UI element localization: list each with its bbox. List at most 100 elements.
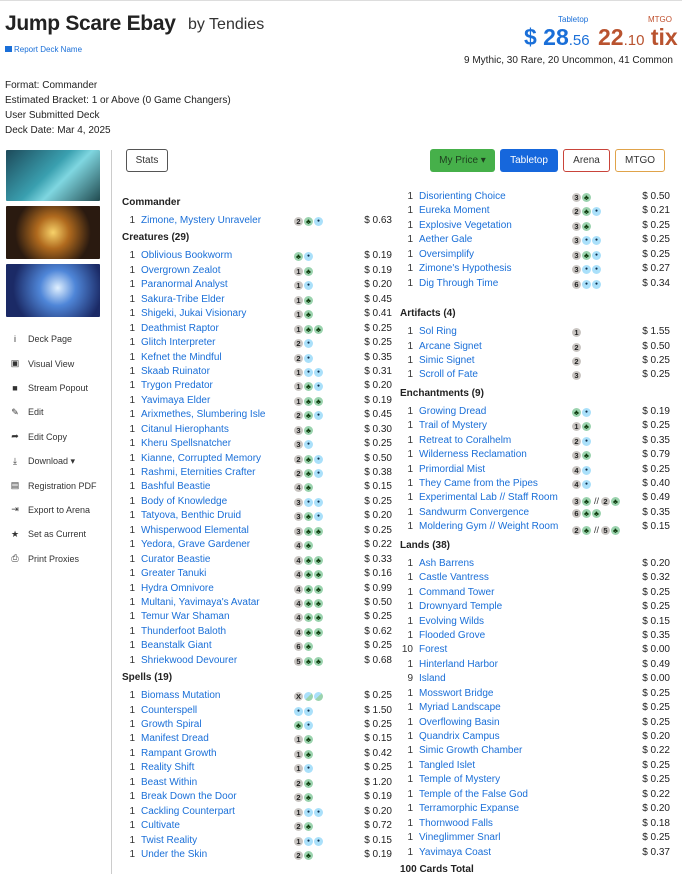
commander-art-thumbnail[interactable] — [6, 150, 100, 201]
card-name-link[interactable]: Oversimplify — [419, 248, 474, 262]
card-name-link[interactable]: Shigeki, Jukai Visionary — [141, 307, 246, 321]
card-name-link[interactable]: Evolving Wilds — [419, 615, 484, 629]
card-name-link[interactable]: Beast Within — [141, 776, 197, 790]
card-name-link[interactable]: Explosive Vegetation — [419, 219, 512, 233]
card-name-link[interactable]: Wilderness Reclamation — [419, 448, 527, 462]
sidebar-item-deck-page[interactable]: i Deck Page — [10, 327, 110, 351]
card-name-link[interactable]: Simic Growth Chamber — [419, 744, 522, 758]
card-name-link[interactable]: Quandrix Campus — [419, 730, 500, 744]
card-name-link[interactable]: Cackling Counterpart — [141, 805, 235, 819]
card-name-link[interactable]: Yavimaya Coast — [419, 846, 491, 860]
sidebar-item-edit[interactable]: ✎ Edit — [10, 400, 110, 424]
mtgo-price-button[interactable]: MTGO — [615, 149, 665, 172]
card-name-link[interactable]: They Came from the Pipes — [419, 477, 538, 491]
card-name-link[interactable]: Under the Skin — [141, 848, 207, 862]
card-name-link[interactable]: Rashmi, Eternities Crafter — [141, 466, 255, 480]
card-name-link[interactable]: Growth Spiral — [141, 718, 202, 732]
card-name-link[interactable]: Terramorphic Expanse — [419, 802, 519, 816]
card-name-link[interactable]: Forest — [419, 643, 447, 657]
arena-price-button[interactable]: Arena — [563, 149, 610, 172]
card-name-link[interactable]: Oblivious Bookworm — [141, 249, 232, 263]
card-name-link[interactable]: Experimental Lab // Staff Room — [419, 491, 558, 505]
card-name-link[interactable]: Thornwood Falls — [419, 817, 493, 831]
sidebar-item-set-as-current[interactable]: ★ Set as Current — [10, 522, 110, 546]
card-name-link[interactable]: Mosswort Bridge — [419, 687, 493, 701]
card-name-link[interactable]: Primordial Mist — [419, 463, 485, 477]
stats-button[interactable]: Stats — [126, 149, 168, 172]
card-name-link[interactable]: Scroll of Fate — [419, 368, 478, 382]
card-name-link[interactable]: Thunderfoot Baloth — [141, 625, 226, 639]
card-name-link[interactable]: Biomass Mutation — [141, 689, 220, 703]
card-name-link[interactable]: Temple of the False God — [419, 788, 528, 802]
card-name-link[interactable]: Kheru Spellsnatcher — [141, 437, 231, 451]
card-name-link[interactable]: Disorienting Choice — [419, 190, 506, 204]
card-name-link[interactable]: Tangled Islet — [419, 759, 475, 773]
card-name-link[interactable]: Overflowing Basin — [419, 716, 500, 730]
card-art-thumbnail[interactable] — [6, 206, 100, 259]
card-name-link[interactable]: Glitch Interpreter — [141, 336, 215, 350]
card-name-link[interactable]: Greater Tanuki — [141, 567, 206, 581]
card-name-link[interactable]: Tatyova, Benthic Druid — [141, 509, 241, 523]
card-name-link[interactable]: Zimone, Mystery Unraveler — [141, 214, 261, 228]
card-art-thumbnail[interactable] — [6, 264, 100, 317]
card-name-link[interactable]: Manifest Dread — [141, 732, 209, 746]
sidebar-item-visual-view[interactable]: ▣ Visual View — [10, 351, 110, 375]
card-name-link[interactable]: Growing Dread — [419, 405, 486, 419]
sidebar-item-export-to-arena[interactable]: ⇥ Export to Arena — [10, 498, 110, 522]
card-name-link[interactable]: Yedora, Grave Gardener — [141, 538, 250, 552]
card-name-link[interactable]: Castle Vantress — [419, 571, 489, 585]
card-name-link[interactable]: Trail of Mystery — [419, 419, 487, 433]
card-name-link[interactable]: Kianne, Corrupted Memory — [141, 452, 261, 466]
card-name-link[interactable]: Twist Reality — [141, 834, 197, 848]
card-name-link[interactable]: Reality Shift — [141, 761, 194, 775]
card-name-link[interactable]: Trygon Predator — [141, 379, 213, 393]
card-name-link[interactable]: Arixmethes, Slumbering Isle — [141, 408, 266, 422]
card-name-link[interactable]: Eureka Moment — [419, 204, 490, 218]
card-name-link[interactable]: Ash Barrens — [419, 557, 474, 571]
card-name-link[interactable]: Vineglimmer Snarl — [419, 831, 501, 845]
tabletop-price-button[interactable]: Tabletop — [500, 149, 558, 172]
card-name-link[interactable]: Retreat to Coralhelm — [419, 434, 511, 448]
card-name-link[interactable]: Arcane Signet — [419, 340, 482, 354]
card-name-link[interactable]: Bashful Beastie — [141, 480, 211, 494]
card-name-link[interactable]: Skaab Ruinator — [141, 365, 210, 379]
card-name-link[interactable]: Paranormal Analyst — [141, 278, 228, 292]
sidebar-item-print-proxies[interactable]: ⎙ Print Proxies — [10, 547, 110, 571]
sidebar-item-edit-copy[interactable]: ➦ Edit Copy — [10, 425, 110, 449]
card-name-link[interactable]: Deathmist Raptor — [141, 322, 219, 336]
card-name-link[interactable]: Kefnet the Mindful — [141, 351, 222, 365]
card-name-link[interactable]: Body of Knowledge — [141, 495, 227, 509]
sidebar-item-download[interactable]: ⤓ Download ▾ — [10, 449, 110, 473]
card-name-link[interactable]: Drownyard Temple — [419, 600, 502, 614]
card-name-link[interactable]: Counterspell — [141, 704, 197, 718]
card-name-link[interactable]: Flooded Grove — [419, 629, 485, 643]
card-name-link[interactable]: Hinterland Harbor — [419, 658, 498, 672]
card-name-link[interactable]: Cultivate — [141, 819, 180, 833]
card-name-link[interactable]: Citanul Hierophants — [141, 423, 229, 437]
card-name-link[interactable]: Zimone's Hypothesis — [419, 262, 512, 276]
card-name-link[interactable]: Moldering Gym // Weight Room — [419, 520, 558, 534]
sidebar-item-stream-popout[interactable]: ■ Stream Popout — [10, 376, 110, 400]
card-name-link[interactable]: Overgrown Zealot — [141, 264, 220, 278]
card-name-link[interactable]: Yavimaya Elder — [141, 394, 210, 408]
card-name-link[interactable]: Sol Ring — [419, 325, 457, 339]
card-name-link[interactable]: Temple of Mystery — [419, 773, 500, 787]
card-name-link[interactable]: Sandwurm Convergence — [419, 506, 529, 520]
my-price-dropdown[interactable]: My Price ▾ — [430, 149, 495, 172]
card-name-link[interactable]: Command Tower — [419, 586, 494, 600]
sidebar-item-registration-pdf[interactable]: ▤ Registration PDF — [10, 473, 110, 497]
card-name-link[interactable]: Whisperwood Elemental — [141, 524, 249, 538]
report-deck-name-link[interactable]: Report Deck Name — [5, 45, 82, 54]
card-name-link[interactable]: Multani, Yavimaya's Avatar — [141, 596, 260, 610]
card-name-link[interactable]: Hydra Omnivore — [141, 582, 214, 596]
card-name-link[interactable]: Sakura-Tribe Elder — [141, 293, 225, 307]
card-name-link[interactable]: Myriad Landscape — [419, 701, 501, 715]
card-name-link[interactable]: Break Down the Door — [141, 790, 237, 804]
card-name-link[interactable]: Temur War Shaman — [141, 610, 230, 624]
card-name-link[interactable]: Rampant Growth — [141, 747, 217, 761]
card-name-link[interactable]: Shriekwood Devourer — [141, 654, 237, 668]
card-name-link[interactable]: Curator Beastie — [141, 553, 210, 567]
card-name-link[interactable]: Dig Through Time — [419, 277, 498, 291]
card-name-link[interactable]: Beanstalk Giant — [141, 639, 212, 653]
card-name-link[interactable]: Simic Signet — [419, 354, 475, 368]
